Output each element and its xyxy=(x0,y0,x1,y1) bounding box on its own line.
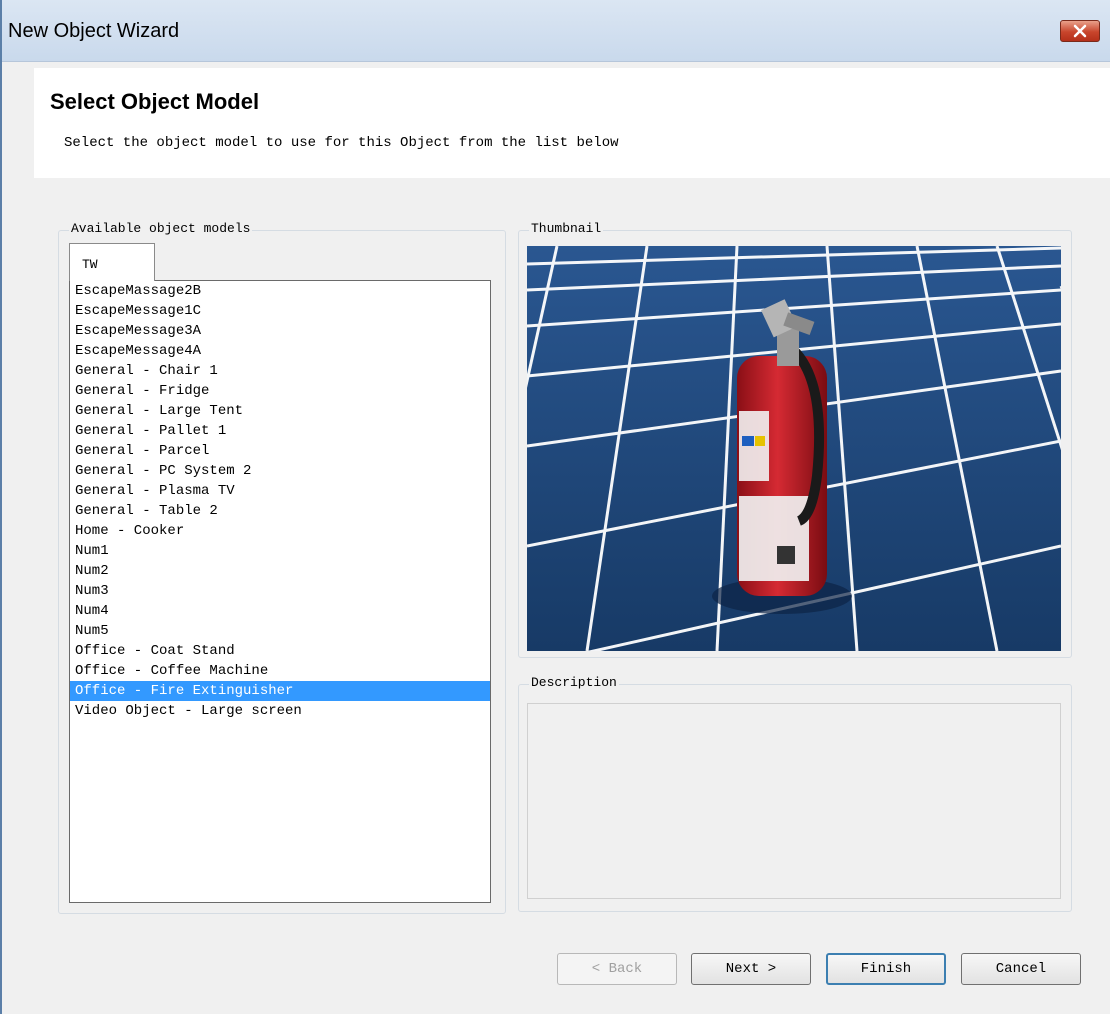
list-item[interactable]: EscapeMessage1C xyxy=(70,301,490,321)
list-item[interactable]: Num5 xyxy=(70,621,490,641)
object-model-list[interactable]: EscapeMassage2B EscapeMessage1C EscapeMess… xyxy=(69,280,491,903)
list-item[interactable]: EscapeMassage2B xyxy=(70,281,490,301)
window-title: New Object Wizard xyxy=(8,20,180,42)
list-item[interactable]: General - Fridge xyxy=(70,381,490,401)
list-item[interactable]: EscapeMessage3A xyxy=(70,321,490,341)
page-title: Select Object Model xyxy=(50,89,260,114)
wizard-window: New Object Wizard Select Object Model Se… xyxy=(0,0,1110,1014)
models-group-label: Available object models xyxy=(69,221,253,236)
list-item[interactable]: General - Pallet 1 xyxy=(70,421,490,441)
title-bar[interactable]: New Object Wizard xyxy=(2,0,1110,62)
cancel-button[interactable]: Cancel xyxy=(961,953,1081,985)
list-item[interactable]: Home - Cooker xyxy=(70,521,490,541)
description-group-label: Description xyxy=(529,675,619,690)
finish-button[interactable]: Finish xyxy=(826,953,946,985)
list-item[interactable]: Office - Coat Stand xyxy=(70,641,490,661)
list-item[interactable]: General - Parcel xyxy=(70,441,490,461)
header-panel: Select Object Model Select the object mo… xyxy=(34,68,1110,178)
list-item[interactable]: Num3 xyxy=(70,581,490,601)
next-button[interactable]: Next > xyxy=(691,953,811,985)
list-item[interactable]: Num2 xyxy=(70,561,490,581)
list-item[interactable]: General - Plasma TV xyxy=(70,481,490,501)
thumbnail-group-label: Thumbnail xyxy=(529,221,604,236)
list-item[interactable]: Video Object - Large screen xyxy=(70,701,490,721)
list-item[interactable]: Num4 xyxy=(70,601,490,621)
close-button[interactable] xyxy=(1060,20,1100,42)
list-item[interactable]: General - Table 2 xyxy=(70,501,490,521)
list-item[interactable]: EscapeMessage4A xyxy=(70,341,490,361)
page-subtitle: Select the object model to use for this … xyxy=(64,135,619,151)
list-item[interactable]: General - PC System 2 xyxy=(70,461,490,481)
fire-extinguisher-preview-icon xyxy=(527,246,1061,651)
list-item[interactable]: Office - Coffee Machine xyxy=(70,661,490,681)
tab-tw[interactable]: TW xyxy=(69,243,155,281)
list-item[interactable]: Office - Fire Extinguisher xyxy=(70,681,490,701)
list-item[interactable]: General - Large Tent xyxy=(70,401,490,421)
thumbnail-preview xyxy=(527,246,1061,651)
back-button[interactable]: < Back xyxy=(557,953,677,985)
list-item[interactable]: Num1 xyxy=(70,541,490,561)
description-text xyxy=(527,703,1061,899)
list-item[interactable]: General - Chair 1 xyxy=(70,361,490,381)
close-icon xyxy=(1073,24,1087,38)
